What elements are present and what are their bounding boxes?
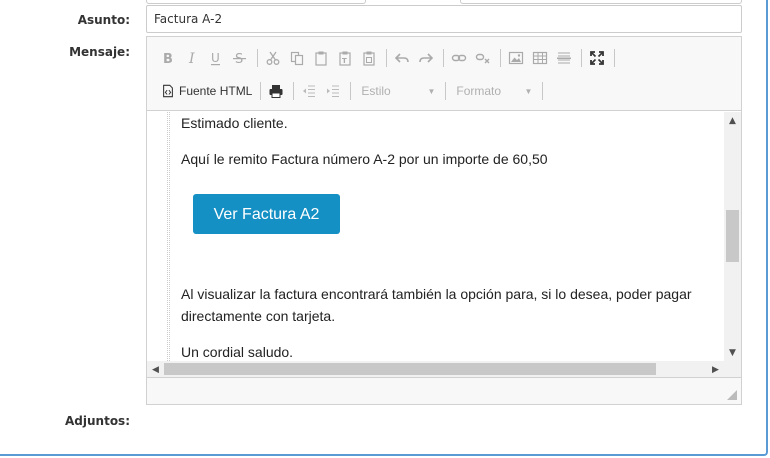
- view-invoice-button[interactable]: Ver Factura A2: [193, 194, 340, 234]
- redo-button[interactable]: [415, 47, 437, 69]
- horizontal-scrollbar[interactable]: ◀ ▶: [147, 361, 724, 377]
- indent-button[interactable]: [322, 80, 344, 102]
- greeting-text: Estimado cliente.: [181, 115, 288, 131]
- toolbar-separator: [542, 82, 544, 100]
- resize-grip-icon[interactable]: [727, 390, 737, 400]
- strikethrough-icon: S: [233, 52, 246, 66]
- svg-text:T: T: [342, 57, 347, 65]
- toolbar-separator: [257, 49, 258, 67]
- paste-word-icon: [363, 51, 375, 66]
- toolbar-row-1: B I U S T: [157, 45, 619, 71]
- style-combo-label: Estilo: [361, 84, 391, 98]
- toolbar-separator: [581, 49, 582, 67]
- horizontal-rule-icon: [557, 52, 571, 64]
- vertical-scroll-thumb[interactable]: [726, 210, 739, 262]
- scroll-up-icon[interactable]: ▲: [724, 112, 741, 129]
- subject-input[interactable]: Factura A-2: [146, 5, 742, 33]
- strikethrough-button[interactable]: S: [229, 47, 251, 69]
- style-combo[interactable]: Estilo ▼: [355, 80, 441, 102]
- clipboard-icon: [315, 51, 327, 66]
- paste-text-icon: T: [339, 51, 351, 66]
- source-html-button[interactable]: Fuente HTML: [157, 80, 256, 102]
- image-icon: [508, 51, 524, 65]
- toolbar-separator: [500, 49, 501, 67]
- link-icon: [451, 54, 467, 62]
- editor-toolbar: B I U S T Fuente HTML Estilo ▼ Formato ▼: [147, 37, 741, 111]
- indent-icon: [327, 85, 340, 97]
- scroll-down-icon[interactable]: ▼: [724, 344, 741, 361]
- toolbar-separator: [350, 82, 352, 100]
- unlink-button[interactable]: [472, 47, 494, 69]
- source-html-label: Fuente HTML: [179, 84, 253, 98]
- scissors-icon: [266, 51, 280, 65]
- chevron-down-icon: ▼: [524, 86, 533, 96]
- table-icon: [532, 51, 548, 65]
- table-button[interactable]: [529, 47, 551, 69]
- source-document-icon: [163, 84, 173, 98]
- copy-icon: [290, 51, 304, 66]
- italic-icon: I: [188, 51, 195, 66]
- outdent-icon: [303, 85, 316, 97]
- bold-button[interactable]: B: [157, 47, 179, 69]
- redo-icon: [419, 53, 434, 63]
- top-field-stub-left: [146, 0, 366, 4]
- unlink-icon: [475, 53, 490, 64]
- editor-content[interactable]: Estimado cliente. Aquí le remito Factura…: [147, 112, 741, 377]
- svg-text:B: B: [163, 52, 173, 66]
- toolbar-separator: [445, 82, 447, 100]
- paste-text-button[interactable]: T: [334, 47, 356, 69]
- scrollbar-corner: [724, 361, 741, 377]
- subject-label: Asunto:: [77, 13, 130, 27]
- underline-icon: U: [211, 51, 220, 66]
- intro-text: Aquí le remito Factura número A-2 por un…: [181, 151, 548, 167]
- print-button[interactable]: [265, 80, 287, 102]
- toolbar-row-2: Fuente HTML Estilo ▼ Formato ▼: [157, 78, 547, 104]
- paste-word-button[interactable]: [358, 47, 380, 69]
- svg-text:I: I: [188, 51, 195, 66]
- format-combo-label: Formato: [456, 84, 502, 98]
- toolbar-separator: [614, 49, 615, 67]
- scroll-right-icon[interactable]: ▶: [707, 361, 724, 377]
- body-text-line-1: Al visualizar la factura encontrará tamb…: [181, 286, 692, 302]
- copy-button[interactable]: [286, 47, 308, 69]
- toolbar-separator: [443, 49, 444, 67]
- closing-text: Un cordial saludo.: [181, 344, 294, 360]
- cut-button[interactable]: [262, 47, 284, 69]
- maximize-button[interactable]: [586, 47, 608, 69]
- content-margin-rule: [167, 112, 170, 361]
- attachments-label: Adjuntos:: [65, 414, 130, 428]
- maximize-icon: [590, 51, 604, 65]
- outdent-button[interactable]: [298, 80, 320, 102]
- undo-button[interactable]: [391, 47, 413, 69]
- horizontal-scroll-thumb[interactable]: [164, 363, 656, 375]
- top-field-stub-right: [460, 0, 742, 4]
- underline-button[interactable]: U: [205, 47, 227, 69]
- scroll-left-icon[interactable]: ◀: [147, 361, 164, 377]
- link-button[interactable]: [448, 47, 470, 69]
- editor-statusbar: [147, 377, 741, 404]
- format-combo[interactable]: Formato ▼: [450, 80, 538, 102]
- vertical-scrollbar[interactable]: ▲ ▼: [724, 112, 741, 361]
- toolbar-separator: [260, 82, 262, 100]
- body-text-line-2: directamente con tarjeta.: [181, 308, 336, 324]
- undo-icon: [394, 53, 409, 63]
- rich-text-editor: B I U S T Fuente HTML Estilo ▼ Formato ▼…: [146, 36, 742, 405]
- bold-icon: B: [163, 52, 173, 66]
- paste-button[interactable]: [310, 47, 332, 69]
- toolbar-separator: [386, 49, 387, 67]
- message-label: Mensaje:: [69, 45, 130, 59]
- italic-button[interactable]: I: [181, 47, 203, 69]
- printer-icon: [269, 85, 283, 98]
- image-button[interactable]: [505, 47, 527, 69]
- chevron-down-icon: ▼: [427, 86, 436, 96]
- horizontal-rule-button[interactable]: [553, 47, 575, 69]
- toolbar-separator: [293, 82, 295, 100]
- svg-text:U: U: [211, 51, 220, 65]
